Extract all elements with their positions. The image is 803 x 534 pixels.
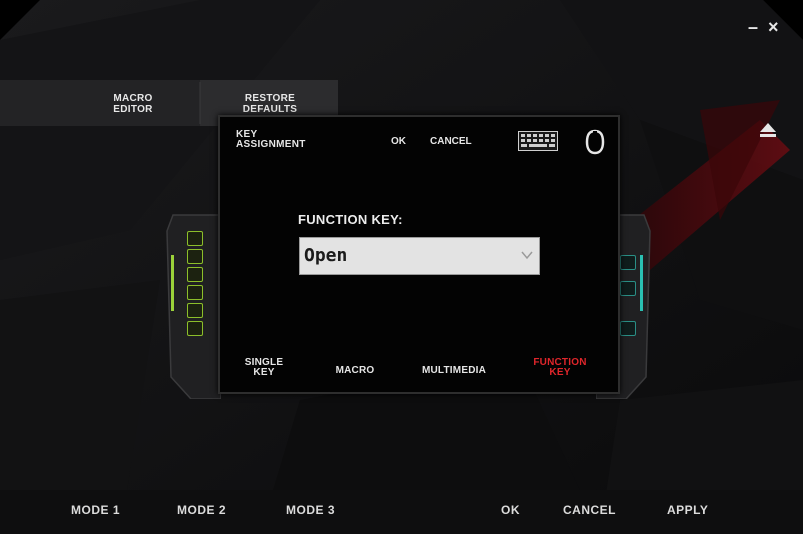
apply-button[interactable]: APPLY xyxy=(667,503,708,517)
side-button-right-3[interactable] xyxy=(620,321,636,336)
side-button-6[interactable] xyxy=(187,321,203,336)
tab-multimedia[interactable]: MULTIMEDIA xyxy=(404,366,504,376)
side-button-right-1[interactable] xyxy=(620,255,636,270)
dialog-cancel-button[interactable]: CANCEL xyxy=(430,136,472,147)
tab-macro[interactable]: MACRO xyxy=(320,366,390,376)
minimize-button[interactable]: – xyxy=(748,18,758,36)
app-window: – × MACRO EDITOR RESTORE DEFAULTS KEY AS… xyxy=(0,0,803,534)
side-button-3[interactable] xyxy=(187,267,203,282)
function-key-value: Open xyxy=(304,245,348,266)
function-key-label: FUNCTION KEY: xyxy=(298,212,403,227)
side-button-4[interactable] xyxy=(187,285,203,300)
eject-icon[interactable] xyxy=(758,122,778,138)
dialog-title: KEY ASSIGNMENT xyxy=(236,129,306,150)
mode-2-button[interactable]: MODE 2 xyxy=(177,503,226,517)
tab-function-key[interactable]: FUNCTION KEY xyxy=(516,358,604,378)
side-button-1[interactable] xyxy=(187,231,203,246)
close-button[interactable]: × xyxy=(768,18,779,36)
key-assignment-dialog: KEY ASSIGNMENT OK CANCEL FUNCTION KEY: O… xyxy=(218,115,620,394)
mode-1-button[interactable]: MODE 1 xyxy=(71,503,120,517)
side-button-2[interactable] xyxy=(187,249,203,264)
function-key-select[interactable]: Open xyxy=(299,237,540,275)
side-button-right-2[interactable] xyxy=(620,281,636,296)
mode-3-button[interactable]: MODE 3 xyxy=(286,503,335,517)
chevron-down-icon xyxy=(521,251,533,260)
side-button-5[interactable] xyxy=(187,303,203,318)
dialog-ok-button[interactable]: OK xyxy=(391,136,406,147)
mouse-icon[interactable] xyxy=(584,129,606,155)
macro-editor-button[interactable]: MACRO EDITOR xyxy=(88,84,178,124)
cancel-button[interactable]: CANCEL xyxy=(563,503,616,517)
mouse-left-side xyxy=(165,211,221,399)
tab-single-key[interactable]: SINGLE KEY xyxy=(232,358,296,378)
ok-button[interactable]: OK xyxy=(501,503,520,517)
keyboard-icon[interactable] xyxy=(518,131,558,151)
